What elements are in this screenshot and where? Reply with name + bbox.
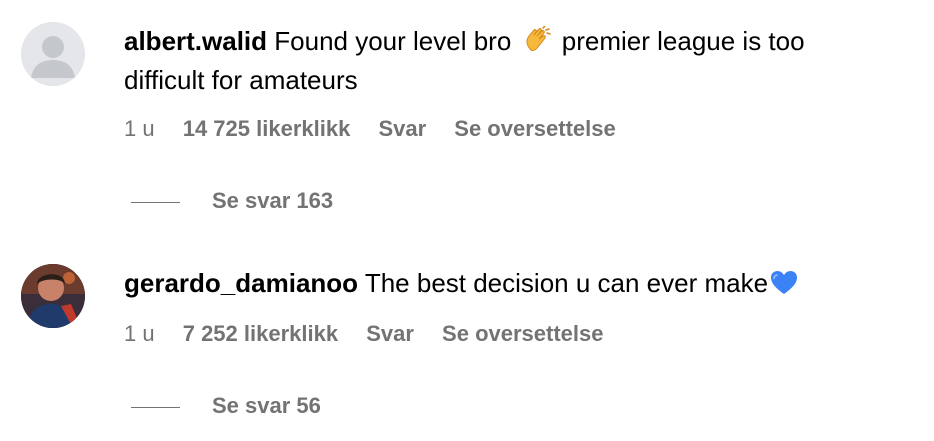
view-replies-label: Se svar 163 (212, 188, 334, 213)
comment-text: albert.walid Found your level bro premie… (124, 24, 884, 98)
reply-button[interactable]: Svar (378, 116, 426, 141)
default-profile-icon (21, 22, 85, 86)
view-replies-button[interactable]: Se svar 56 (131, 392, 321, 420)
comment-time: 1 u (124, 321, 155, 346)
comment-username[interactable]: albert.walid (124, 26, 267, 56)
likes-count-button[interactable]: 7 252 likerklikk (183, 321, 338, 346)
profile-photo (21, 264, 85, 328)
avatar[interactable] (21, 264, 85, 328)
view-replies-button[interactable]: Se svar 163 (131, 187, 333, 215)
view-replies-label: Se svar 56 (212, 393, 321, 418)
see-translation-button[interactable]: Se oversettelse (454, 116, 615, 141)
comment-body: The best decision u can ever make (364, 268, 769, 298)
comment-username[interactable]: gerardo_damianoo (124, 268, 358, 298)
reply-button[interactable]: Svar (366, 321, 414, 346)
replies-divider (131, 201, 180, 203)
likes-count-button[interactable]: 14 725 likerklikk (183, 116, 351, 141)
comment-body: Found your level bro (274, 26, 512, 56)
blue-heart-icon (770, 270, 798, 305)
comment-time: 1 u (124, 116, 155, 141)
avatar[interactable] (21, 22, 85, 86)
replies-divider (131, 406, 180, 408)
clapping-hands-icon (523, 25, 551, 63)
see-translation-button[interactable]: Se oversettelse (442, 321, 603, 346)
comment-meta: 1 u 14 725 likerklikk Svar Se oversettel… (124, 115, 638, 143)
comment-text: gerardo_damianoo The best decision u can… (124, 266, 884, 305)
comment-meta: 1 u 7 252 likerklikk Svar Se oversettels… (124, 320, 625, 348)
